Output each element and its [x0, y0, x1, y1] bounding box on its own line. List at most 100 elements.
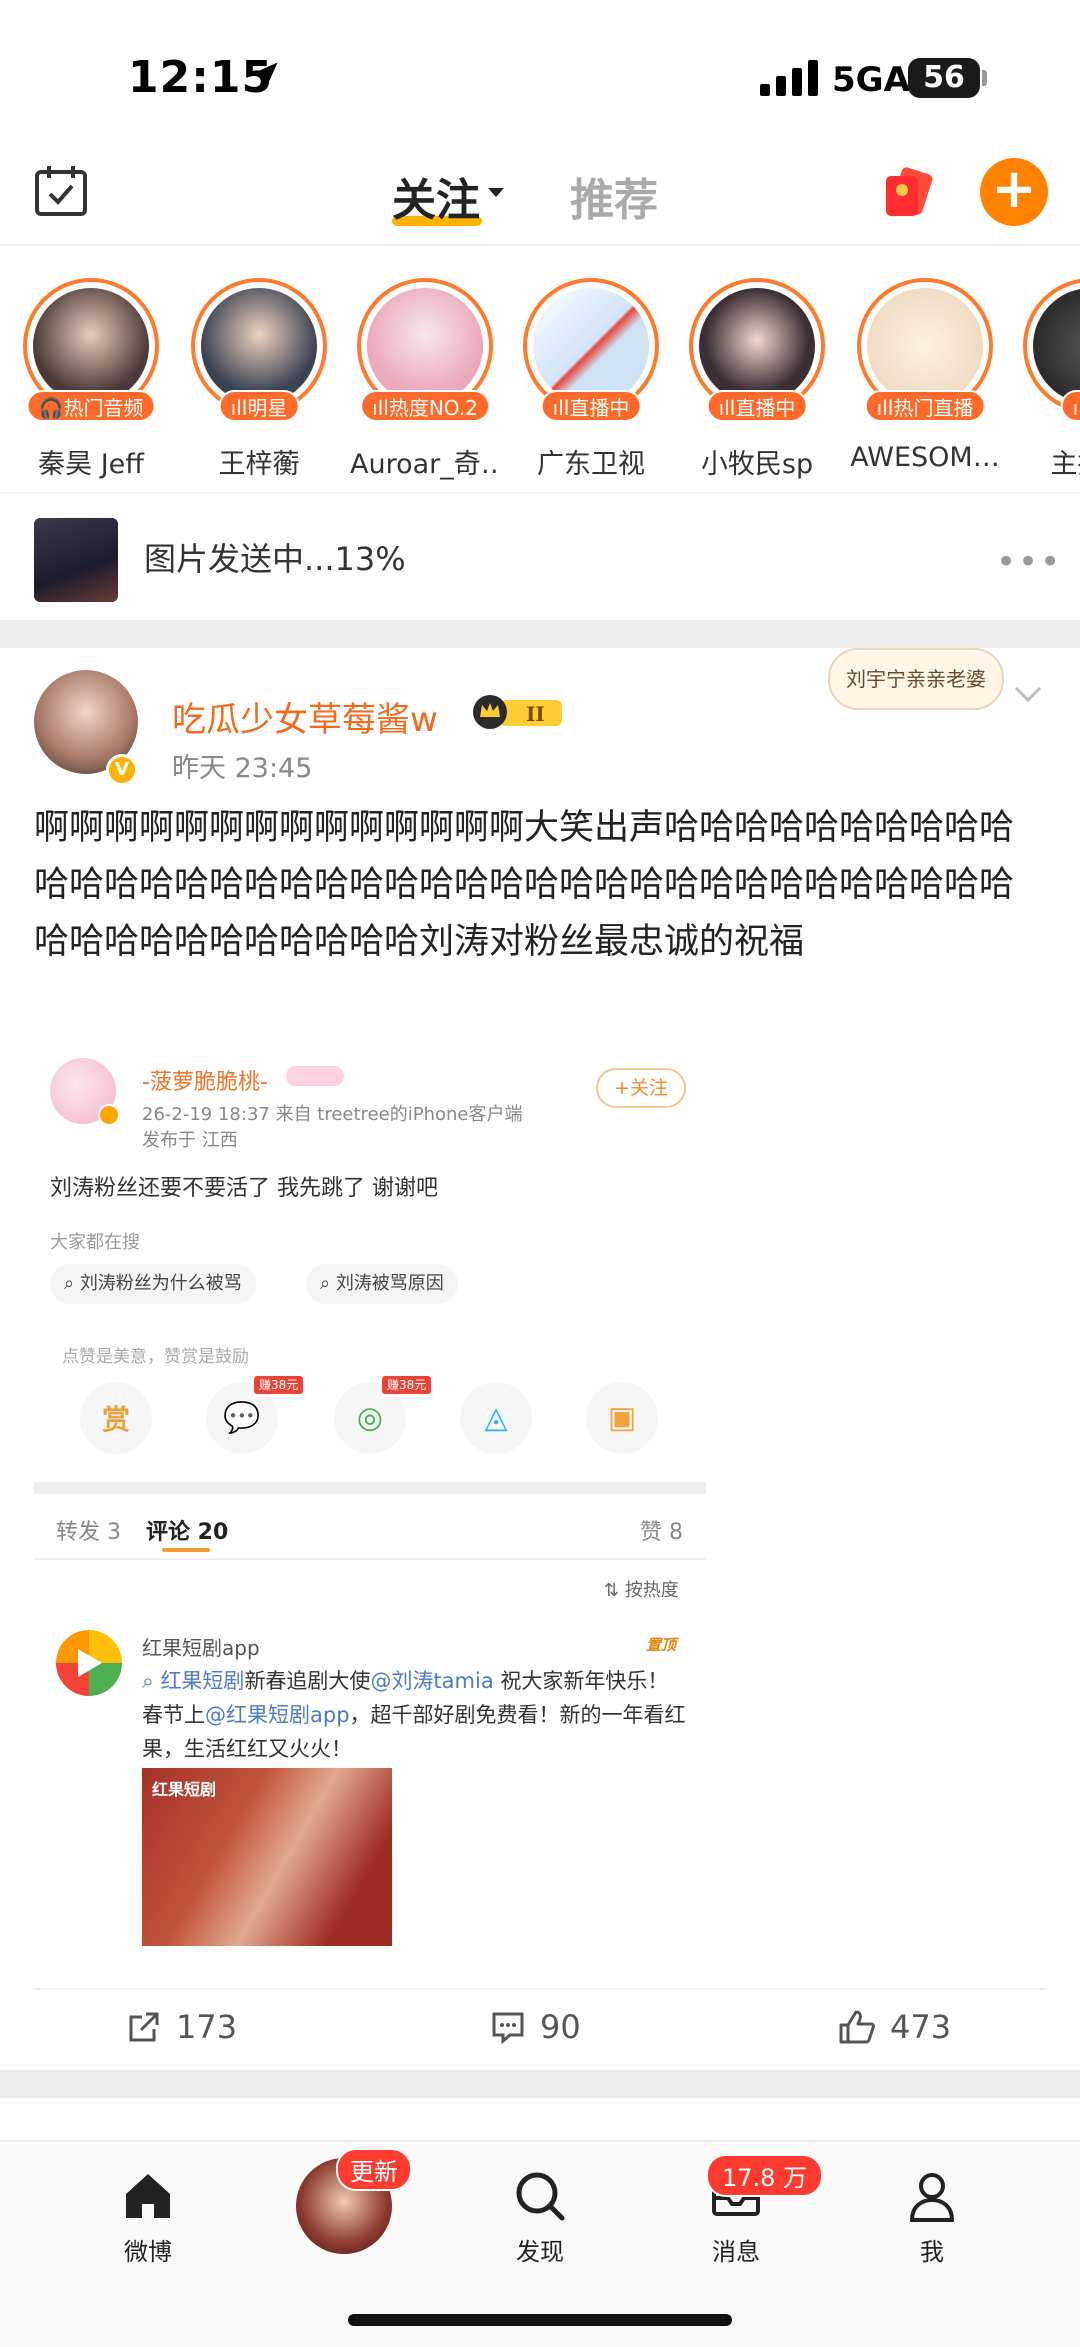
thumbs-up-icon [839, 2010, 875, 2044]
sort-label: 按热度 [624, 1580, 679, 1601]
comment-link-text: 红果短剧 [160, 1669, 245, 1693]
post-time: 昨天 23:45 [172, 753, 313, 784]
author-name[interactable]: 吃瓜少女草莓酱w [172, 692, 438, 741]
comment-text-part: 新春追剧大使 [244, 1669, 371, 1693]
comment-button[interactable]: 90 [490, 2008, 581, 2046]
repost-button[interactable]: 173 [126, 2008, 237, 2046]
card-sticker: 刘宇宁亲亲老婆 [828, 648, 1004, 710]
embed-hot-label: 大家都在搜 [50, 1232, 140, 1253]
story-badge: 🎧热门音频 [26, 390, 156, 422]
message-count-badge: 17.8 万 [706, 2154, 824, 2197]
like-button[interactable]: 473 [838, 2008, 951, 2046]
caret-down-icon[interactable] [488, 188, 504, 197]
tab-discover[interactable]: 发现 [480, 2168, 600, 2267]
embed-like-hint: 点赞是美意，赞赏是鼓励 [62, 1347, 249, 1367]
tab-recommend[interactable]: 推荐 [570, 164, 658, 228]
divider [34, 1558, 706, 1560]
avatar [1033, 288, 1080, 404]
divider [0, 2070, 1080, 2098]
story-name: 小牧民sp [700, 449, 814, 480]
image-logo: 红果短剧 [152, 1780, 217, 1799]
pinned-tag: 置顶 [646, 1636, 677, 1654]
search-icon [516, 2172, 565, 2221]
upload-progress-row[interactable]: 图片发送中...13% ••• [0, 492, 1080, 618]
story-name: Auroar_奇… [350, 449, 500, 480]
embed-meta: 26-2-19 18:37 来自 treetree的iPhone客户端 [142, 1104, 523, 1125]
embed-author-name: -菠萝脆脆桃- [142, 1070, 268, 1095]
comment-icon [492, 2012, 524, 2045]
active-tab-indicator [162, 1548, 210, 1552]
story-carousel[interactable]: 🎧热门音频 秦昊 Jeff ıll明星 王梓蘅 ıll热度NO.2 Auroar… [0, 270, 1080, 490]
home-indicator[interactable] [348, 2314, 732, 2326]
comment-author: 红果短剧app [142, 1636, 260, 1660]
story-badge: ıll明星 [218, 390, 300, 422]
home-icon [126, 2174, 170, 2218]
comment-mention: @刘涛tamia [370, 1669, 494, 1693]
comment-text: ⌕ 红果短剧新春追剧大使@刘涛tamia 祝大家新年快乐！春节上@红果短剧app… [142, 1664, 686, 1766]
avatar [33, 288, 149, 404]
divider [0, 620, 1080, 648]
story-name: 主持人 [1050, 449, 1080, 480]
story-item[interactable]: ıll明星 王梓蘅 [184, 270, 334, 481]
embed-sort: ⇅ 按热度 [604, 1580, 679, 1601]
save-image-icon: ▣ [586, 1382, 658, 1454]
level-badge [286, 1066, 344, 1086]
story-item[interactable]: ıll直播中 小牧民sp [682, 270, 832, 481]
share-tag: 赚38元 [254, 1376, 304, 1394]
avatar [367, 288, 483, 404]
chevron-down-icon[interactable] [1014, 684, 1042, 704]
story-item[interactable]: ıll热门直播 AWESOM… [850, 270, 1000, 473]
tab-home[interactable]: 微博 [88, 2168, 208, 2267]
repost-icon [129, 2012, 159, 2042]
chip-label: 刘涛被骂原因 [335, 1273, 444, 1294]
verified-badge-icon: V [106, 754, 138, 786]
story-item[interactable]: ıll直 主持人 [1016, 270, 1080, 481]
comment-image: 红果短剧 [142, 1768, 392, 1946]
story-badge: ıll热度NO.2 [360, 390, 490, 422]
search-chip: ⌕ 刘涛粉丝为什么被骂 [50, 1264, 256, 1304]
comment-link: ⌕ 红果短剧 [142, 1669, 245, 1693]
story-badge: ıll直播中 [540, 390, 642, 422]
location-arrow-icon [250, 62, 278, 90]
feed-post[interactable]: V 吃瓜少女草莓酱w II 昨天 23:45 刘宇宁亲亲老婆 啊啊啊啊啊啊啊啊啊… [0, 648, 1080, 2068]
compose-plus-button[interactable]: + [980, 158, 1048, 226]
post-action-bar: 173 90 473 [34, 1988, 1046, 2068]
story-name: 广东卫视 [537, 449, 645, 480]
update-badge: 更新 [336, 2148, 412, 2191]
story-name: AWESOM… [850, 442, 1000, 473]
tab-label: 我 [920, 2238, 944, 2266]
story-item[interactable]: 🎧热门音频 秦昊 Jeff [16, 270, 166, 481]
signal-icon [760, 60, 818, 96]
upload-status: 图片发送中...13% [144, 540, 406, 578]
avatar [201, 288, 317, 404]
play-icon [78, 1649, 102, 1677]
tab-follow[interactable]: 关注 [392, 164, 480, 228]
divider [34, 1482, 706, 1494]
story-item[interactable]: ıll直播中 广东卫视 [516, 270, 666, 481]
story-badge: ıll直播中 [706, 390, 808, 422]
chip-label: 刘涛粉丝为什么被骂 [79, 1273, 242, 1294]
comment-count: 90 [540, 2008, 581, 2046]
calendar-check-icon[interactable] [34, 164, 88, 218]
reward-label: 赏 [101, 1403, 131, 1436]
like-count: 473 [890, 2008, 952, 2046]
embed-body: 刘涛粉丝还要不要活了 我先跳了 谢谢吧 [50, 1176, 438, 1201]
top-navigation: 关注 推荐 + [0, 150, 1080, 246]
avatar [867, 288, 983, 404]
story-name: 秦昊 Jeff [38, 449, 144, 480]
qq-icon: ◬ [460, 1382, 532, 1454]
story-item[interactable]: ıll热度NO.2 Auroar_奇… [350, 270, 500, 481]
tab-me[interactable]: 我 [872, 2168, 992, 2267]
vip-crown-icon: II [473, 695, 562, 729]
tab-label: 消息 [712, 2238, 760, 2266]
post-text: 啊啊啊啊啊啊啊啊啊啊啊啊啊啊大笑出声哈哈哈哈哈哈哈哈哈哈哈哈哈哈哈哈哈哈哈哈哈哈… [34, 808, 1015, 962]
story-name: 王梓蘅 [218, 449, 300, 480]
comment-mention: @红果短剧app [205, 1703, 350, 1727]
avatar [533, 288, 649, 404]
story-badge: ıll直 [1060, 390, 1080, 422]
post-image[interactable]: -菠萝脆脆桃- 26-2-19 18:37 来自 treetree的iPhone… [34, 1048, 706, 1946]
network-type: 5GA [832, 60, 910, 100]
red-packet-icon[interactable] [882, 166, 938, 218]
more-icon[interactable]: ••• [996, 542, 1062, 582]
reward-icon: 赏 [80, 1382, 152, 1454]
